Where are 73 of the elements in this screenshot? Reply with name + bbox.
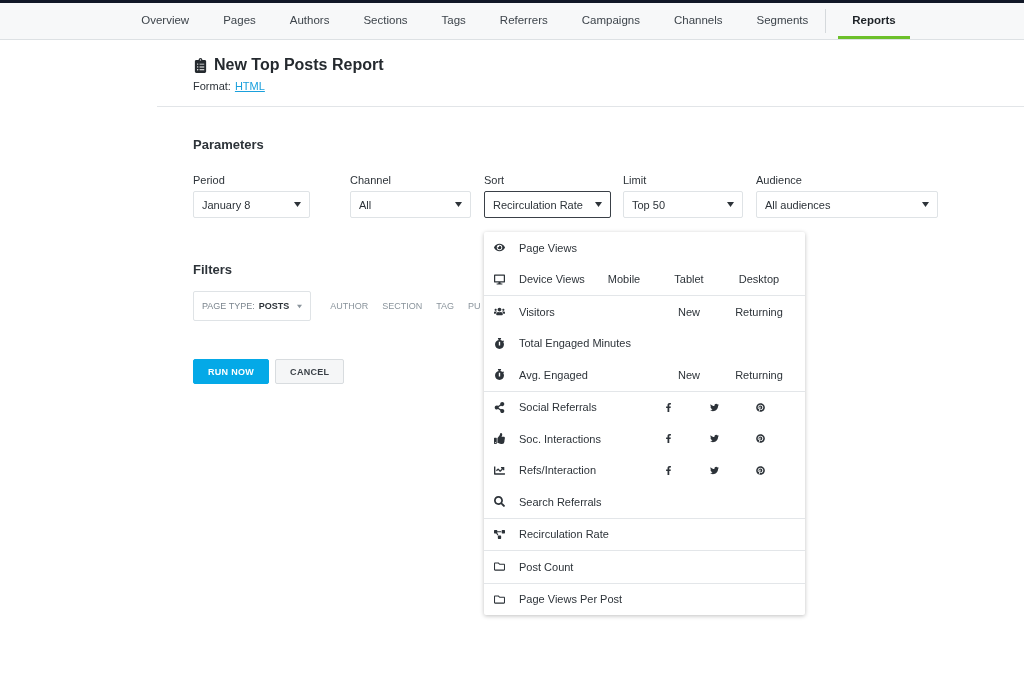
facebook-icon[interactable]: [663, 402, 673, 412]
dropdown-select[interactable]: Recirculation Rate: [484, 191, 611, 218]
nav-tab[interactable]: Campaigns: [564, 3, 657, 39]
stopwatch-icon: [494, 369, 505, 381]
field-label: Sort: [484, 174, 506, 186]
field-label: Audience: [756, 174, 803, 186]
nav-tab[interactable]: Pages: [206, 3, 273, 39]
field-label: Limit: [623, 174, 648, 186]
facebook-icon[interactable]: [663, 434, 673, 444]
nav-tab[interactable]: Overview: [124, 3, 207, 39]
field-label: Period: [193, 174, 226, 186]
pinterest-icon[interactable]: [755, 434, 765, 444]
menu-item[interactable]: Total Engaged Minutes: [519, 337, 631, 350]
pinterest-icon[interactable]: [755, 402, 765, 412]
clipboard-icon: [193, 57, 208, 73]
menu-item[interactable]: Recirculation Rate: [519, 528, 609, 541]
menu-option[interactable]: Returning: [735, 368, 783, 381]
section-heading: Parameters: [193, 137, 264, 152]
menu-item[interactable]: Search Referrals: [519, 495, 602, 508]
field-label: Channel: [350, 174, 392, 186]
caret-icon: [922, 202, 929, 207]
section-heading: Filters: [193, 262, 232, 277]
nav-tab[interactable]: Referrers: [482, 3, 565, 39]
bird-icon[interactable]: [709, 434, 719, 444]
menu-item[interactable]: Page Views Per Post: [519, 593, 623, 606]
menu-option[interactable]: New: [678, 368, 700, 381]
menu-option[interactable]: Mobile: [607, 273, 641, 286]
caret-icon: [455, 202, 462, 207]
search-icon: [494, 496, 505, 508]
caret-icon: [727, 202, 734, 207]
stopwatch-icon: [494, 337, 505, 349]
dropdown-select[interactable]: All audiences: [756, 191, 938, 218]
facebook-icon[interactable]: [663, 465, 673, 475]
nav-tab[interactable]: Tags: [424, 3, 483, 39]
nav-tab[interactable]: Authors: [272, 3, 347, 39]
trend-icon: [494, 464, 505, 476]
menu-item[interactable]: Soc. Interactions: [519, 432, 645, 445]
folder-icon: [494, 561, 505, 573]
menu-option[interactable]: New: [678, 305, 700, 318]
page-type-filter[interactable]: PAGE TYPE: POSTS: [193, 291, 312, 321]
folder-icon: [494, 593, 505, 605]
format-label: Format:: [193, 80, 231, 92]
branch-icon: [494, 528, 505, 540]
page-title: New Top Posts Report: [214, 56, 384, 74]
menu-item[interactable]: Device Views: [519, 273, 593, 286]
menu-item[interactable]: Post Count: [519, 560, 593, 573]
share-icon: [494, 401, 505, 413]
caret-icon: [297, 303, 303, 309]
menu-option[interactable]: Tablet: [674, 273, 704, 286]
menu-item[interactable]: Refs/Interaction: [519, 464, 645, 477]
dropdown-select[interactable]: All: [350, 191, 471, 218]
menu-item[interactable]: Page Views: [519, 241, 593, 254]
pinterest-icon[interactable]: [755, 465, 765, 475]
menu-item[interactable]: Visitors: [519, 305, 593, 318]
cancel-button[interactable]: CANCEL: [275, 359, 345, 384]
bird-icon[interactable]: [709, 402, 719, 412]
people-icon: [494, 306, 505, 318]
dropdown-select[interactable]: January 8: [193, 191, 310, 218]
nav-tab[interactable]: Sections: [346, 3, 425, 39]
nav-tab[interactable]: Reports: [838, 3, 910, 39]
nav-tab[interactable]: Segments: [739, 3, 826, 39]
menu-option[interactable]: Returning: [735, 305, 783, 318]
menu-item[interactable]: Avg. Engaged: [519, 368, 593, 381]
nav-tab[interactable]: Channels: [656, 3, 740, 39]
menu-option[interactable]: Desktop: [738, 273, 780, 286]
monitor-icon: [494, 273, 505, 285]
bird-icon[interactable]: [709, 465, 719, 475]
caret-icon: [294, 202, 301, 207]
dropdown-select[interactable]: Top 50: [623, 191, 743, 218]
menu-item[interactable]: Social Referrals: [519, 401, 645, 414]
eye-icon: [494, 242, 505, 254]
thumbs-up-icon: [494, 433, 505, 445]
caret-icon: [595, 202, 602, 207]
